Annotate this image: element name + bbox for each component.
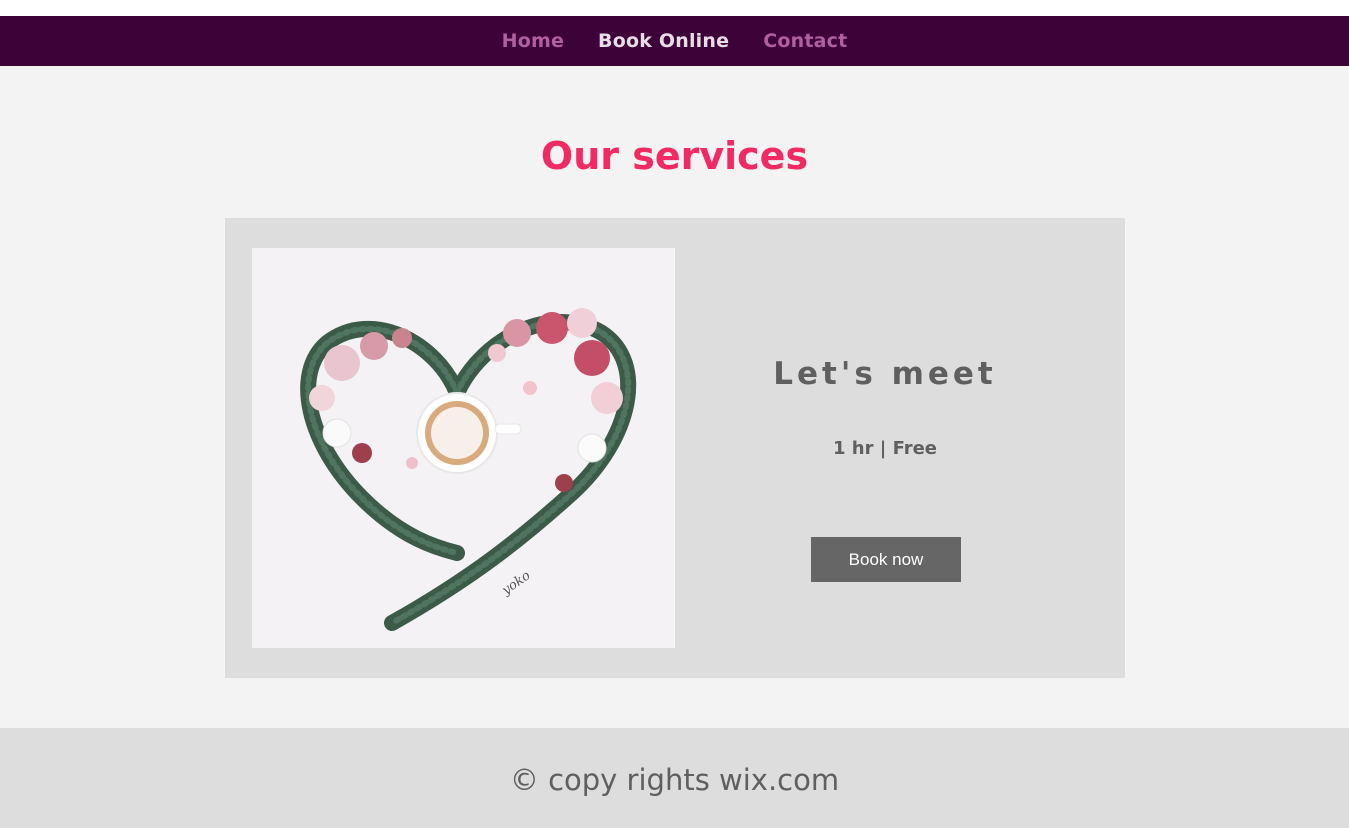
nav-book-online-link[interactable]: Book Online xyxy=(598,30,729,52)
footer: © copy rights wix.com xyxy=(0,728,1349,828)
service-card: yoko Let's meet 1 hr | Free Book now xyxy=(225,218,1125,678)
service-name: Let's meet xyxy=(773,356,997,392)
main-nav: Home Book Online Contact xyxy=(0,16,1349,66)
main-content: Our services yoko Let's meet 1 hr | Free… xyxy=(0,66,1349,728)
book-now-button[interactable]: Book now xyxy=(811,537,961,582)
heart-wreath-coffee-image: yoko xyxy=(252,248,675,648)
page-title: Our services xyxy=(540,134,809,178)
footer-copyright: © copy rights wix.com xyxy=(509,763,840,797)
nav-home-link[interactable]: Home xyxy=(502,30,564,52)
service-details: 1 hr | Free xyxy=(832,438,938,459)
top-strip xyxy=(0,0,1349,16)
service-image[interactable]: yoko xyxy=(252,248,675,648)
nav-contact-link[interactable]: Contact xyxy=(763,30,847,52)
